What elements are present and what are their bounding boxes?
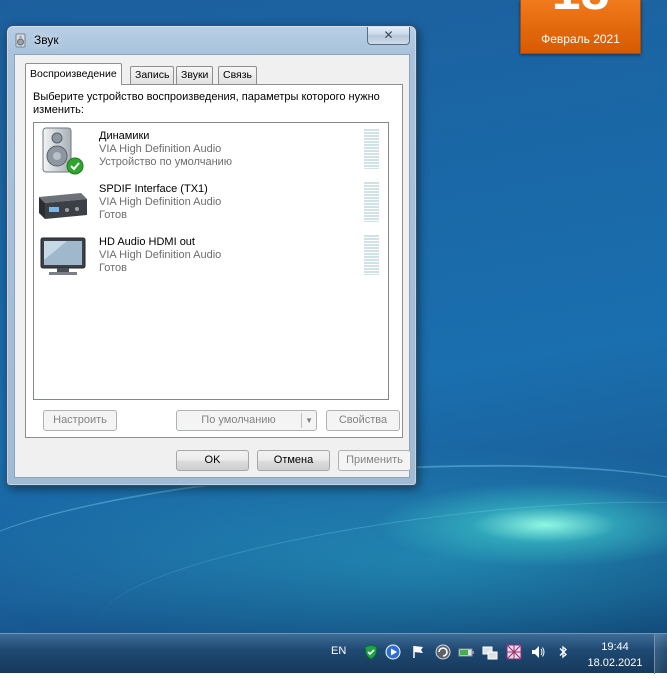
device-item-spdif[interactable]: SPDIF Interface (TX1) VIA High Definitio… [34,176,388,228]
taskbar: EN 19:44 18.02.2021 [0,633,667,674]
title-bar[interactable]: Звук ✕ [7,26,416,54]
device-list: Динамики VIA High Definition Audio Устро… [33,122,389,400]
ok-button[interactable]: OK [176,450,249,471]
sound-dialog: Звук ✕ Воспроизведение Запись Звуки Связ… [6,25,417,486]
device-item-hdmi[interactable]: HD Audio HDMI out VIA High Definition Au… [34,229,388,281]
grid-app-icon[interactable] [506,644,522,660]
network-icon[interactable] [482,644,498,660]
properties-button[interactable]: Свойства [326,410,400,431]
calendar-day: 18 [521,0,640,18]
update-icon[interactable] [435,644,451,660]
clock-date: 18.02.2021 [587,657,643,669]
flag-icon[interactable] [410,644,426,660]
device-status: Готов [99,262,127,274]
volume-meter [364,235,379,275]
split-divider [301,413,302,428]
tab-sounds[interactable]: Звуки [176,66,214,84]
device-driver: VIA High Definition Audio [99,196,222,208]
shield-icon[interactable] [363,644,379,660]
speaker-title-icon [15,33,26,48]
tab-playback[interactable]: Воспроизведение [25,63,122,85]
configure-button[interactable]: Настроить [43,410,117,431]
monitor-icon [40,237,86,275]
clock-time: 19:44 [601,641,629,653]
tab-panel: Выберите устройство воспроизведения, пар… [25,84,403,438]
show-desktop-button[interactable] [654,634,667,674]
device-driver: VIA High Definition Audio [99,249,222,261]
bluetooth-icon[interactable] [555,644,571,660]
volume-meter [364,129,379,169]
apply-button[interactable]: Применить [338,450,411,471]
device-status: Готов [99,209,127,221]
dialog-client: Воспроизведение Запись Звуки Связь Выбер… [14,54,411,478]
device-name: Динамики [99,130,150,142]
volume-icon[interactable] [530,644,546,660]
play-icon[interactable] [385,644,401,660]
calendar-gadget[interactable]: 18 Февраль 2021 [520,0,641,54]
device-item-speakers[interactable]: Динамики VIA High Definition Audio Устро… [34,123,388,175]
close-button[interactable]: ✕ [367,27,410,45]
language-indicator[interactable]: EN [331,645,346,657]
set-default-label: По умолчанию [201,414,276,426]
window-title: Звук [34,33,59,47]
device-driver: VIA High Definition Audio [99,143,222,155]
close-icon: ✕ [383,28,394,42]
volume-meter [364,182,379,222]
spdif-device-icon [39,193,87,219]
calendar-month: Февраль 2021 [541,32,620,46]
tab-recording[interactable]: Запись [130,66,175,84]
device-name: SPDIF Interface (TX1) [99,183,208,195]
set-default-button[interactable]: По умолчанию ▼ [176,410,317,431]
cancel-button[interactable]: Отмена [257,450,330,471]
instruction-text: Выберите устройство воспроизведения, пар… [33,91,380,116]
tab-communications[interactable]: Связь [218,66,258,84]
device-name: HD Audio HDMI out [99,236,195,248]
battery-icon[interactable] [458,644,474,660]
chevron-down-icon[interactable]: ▼ [305,411,313,430]
system-clock[interactable]: 19:44 18.02.2021 [585,639,645,671]
device-status: Устройство по умолчанию [99,156,233,168]
speaker-icon [42,127,84,175]
